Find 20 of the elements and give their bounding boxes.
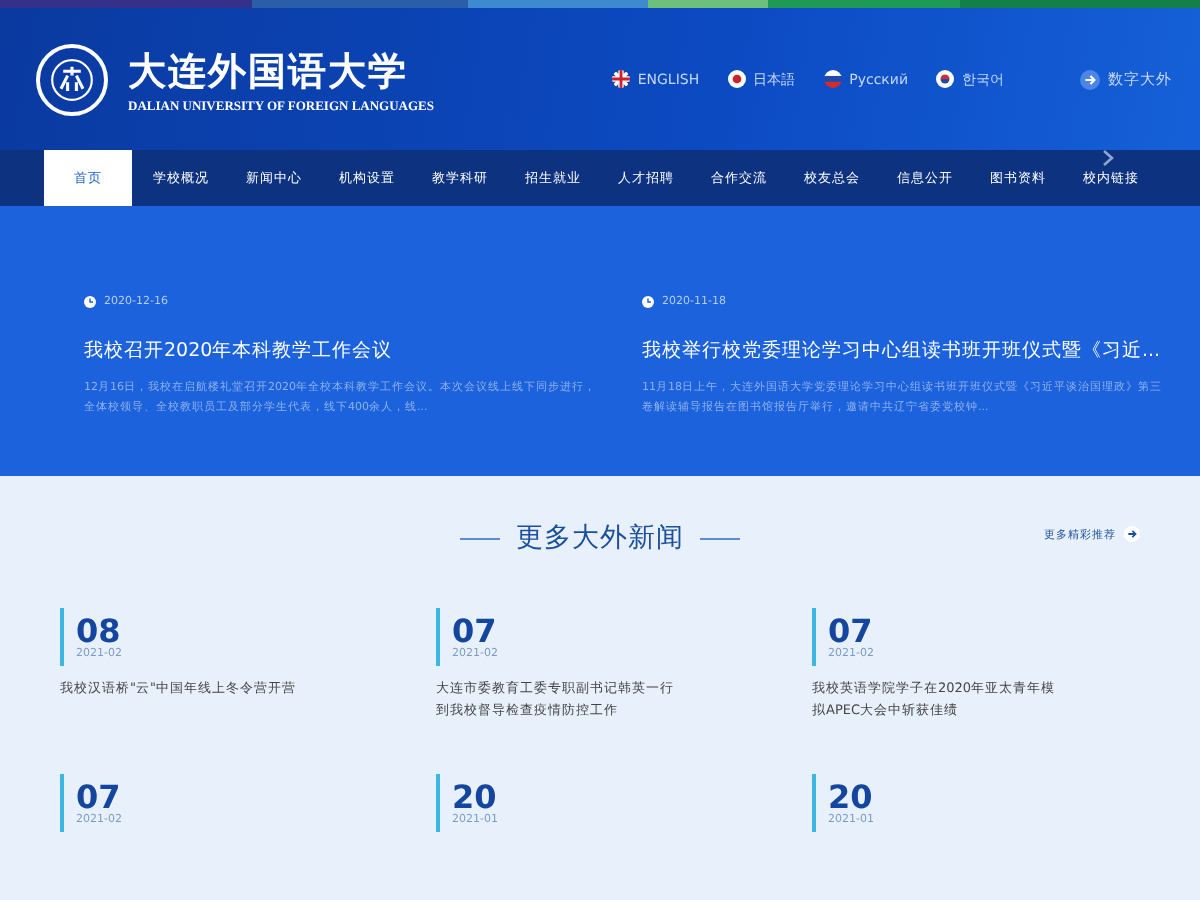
news-headline[interactable]: 我校举行校党委理论学习中心组读书班开班仪式暨《习近... [642, 338, 1164, 364]
section-title: 更多大外新闻 [516, 520, 684, 556]
news-day: 07 [76, 780, 388, 814]
clock-icon [84, 296, 96, 308]
university-name: 大连外国语大学 [128, 47, 410, 97]
chevron-right-icon[interactable] [1102, 150, 1114, 166]
flag-icon [936, 70, 954, 88]
flag-icon [611, 70, 630, 88]
news-headline[interactable]: 我校召开2020年本科教学工作会议 [84, 338, 606, 364]
flag-icon [727, 70, 746, 88]
news-day: 20 [452, 780, 764, 814]
news-day: 20 [828, 780, 1140, 814]
arrow-icon [1124, 526, 1140, 542]
flag-icon [823, 70, 842, 88]
news-day: 07 [452, 614, 764, 648]
university-emblem [36, 43, 108, 115]
news-day: 07 [828, 614, 1140, 648]
clock-icon [642, 296, 654, 308]
arrow-icon [1080, 69, 1100, 89]
news-day: 08 [76, 614, 388, 648]
